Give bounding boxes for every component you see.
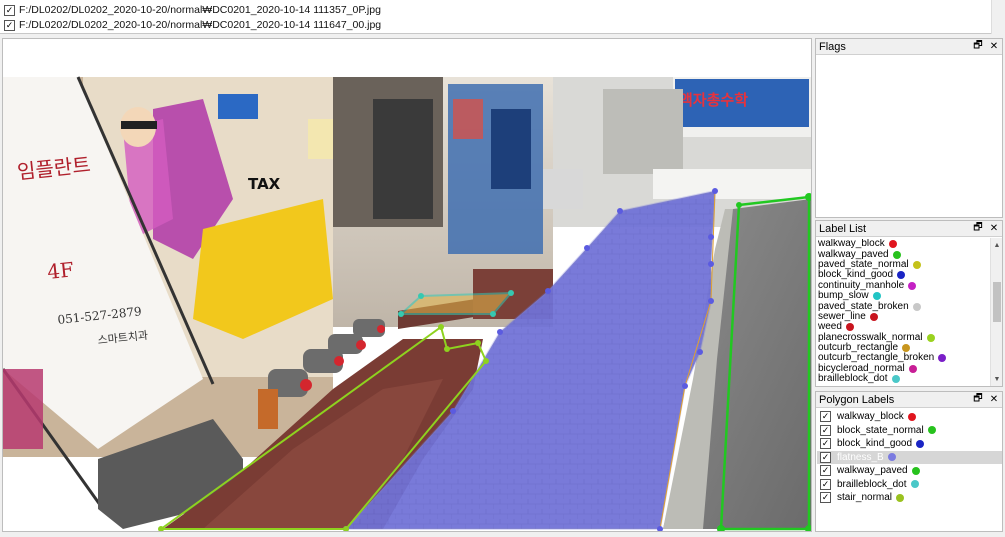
polygon-label-name: block_kind_good [837, 438, 913, 450]
polygon-labels-dock-title: Polygon Labels 🗗 ✕ [816, 392, 1002, 408]
file-list-scrollbar[interactable] [991, 0, 1005, 34]
polygon-visibility-checkbox[interactable]: ✓ [820, 465, 831, 477]
polygon-color-dot [907, 412, 916, 421]
label-name: brailleblock_dot [818, 373, 888, 385]
label-color-dot [938, 354, 947, 363]
file-checkbox[interactable]: ✓ [4, 4, 15, 16]
label-color-dot [891, 375, 900, 384]
label-name: bump_slow [818, 290, 869, 302]
label-color-dot [897, 271, 906, 280]
polygon-label-name: flatness_B [837, 451, 884, 463]
label-name: walkway_block [818, 239, 885, 250]
file-list[interactable]: ✓ F:/DL0202/DL0202_2020-10-20/normal₩DC0… [0, 0, 1005, 34]
label-name: block_kind_good [818, 269, 894, 281]
polygon-color-dot [911, 466, 920, 475]
scroll-down-icon[interactable]: ▼ [991, 373, 1003, 385]
polygon-label-item[interactable]: ✓ flatness_B [817, 450, 1002, 464]
label-list-item[interactable]: brailleblock_dot [817, 374, 989, 384]
polygon-label-item[interactable]: ✓ stair_normal [817, 491, 1002, 505]
close-icon[interactable]: ✕ [989, 222, 999, 234]
label-list-dock-title: Label List 🗗 ✕ [816, 221, 1002, 237]
polygon-visibility-checkbox[interactable]: ✓ [820, 451, 831, 463]
label-list-item[interactable]: bump_slow [817, 291, 989, 301]
scroll-up-icon[interactable]: ▲ [991, 239, 1003, 251]
file-list-item[interactable]: ✓ F:/DL0202/DL0202_2020-10-20/normal₩DC0… [4, 3, 381, 17]
label-color-dot [908, 364, 917, 373]
label-color-dot [892, 250, 901, 259]
polygon-visibility-checkbox[interactable]: ✓ [820, 438, 831, 450]
polygon-label-name: walkway_block [837, 411, 904, 423]
label-list-dock: Label List 🗗 ✕ walkway_block walkway_pave… [815, 220, 1003, 387]
polygon-color-dot [896, 493, 905, 502]
polygon-color-dot [927, 426, 936, 435]
label-color-dot [908, 281, 917, 290]
scrollbar-thumb[interactable] [993, 282, 1001, 322]
label-color-dot [912, 260, 921, 269]
polygon-label-item[interactable]: ✓ block_state_normal [817, 424, 1002, 438]
polygon-label-name: walkway_paved [837, 465, 908, 477]
flags-dock-title: Flags 🗗 ✕ [816, 39, 1002, 55]
polygon-label-name: block_state_normal [837, 424, 924, 436]
canvas-margin [3, 39, 811, 77]
polygon-color-dot [916, 439, 925, 448]
polygon-label-item[interactable]: ✓ walkway_paved [817, 464, 1002, 478]
polygon-label-item[interactable]: ✓ brailleblock_dot [817, 478, 1002, 492]
polygon-color-dot [910, 480, 919, 489]
float-icon[interactable]: 🗗 [973, 393, 983, 405]
float-icon[interactable]: 🗗 [973, 222, 983, 234]
polygon-label-name: brailleblock_dot [837, 478, 907, 490]
shop-sign-text: 액자총수학 [679, 91, 748, 109]
polygon-label-name: stair_normal [837, 492, 893, 504]
float-icon[interactable]: 🗗 [973, 40, 983, 52]
close-icon[interactable]: ✕ [989, 393, 999, 405]
dock-title-text: Polygon Labels [819, 393, 895, 406]
label-list-item[interactable]: block_kind_good [817, 270, 989, 280]
label-color-dot [912, 302, 921, 311]
file-list-item[interactable]: ✓ F:/DL0202/DL0202_2020-10-20/normal₩DC0… [4, 18, 381, 32]
polygon-label-item[interactable]: ✓ walkway_block [817, 410, 1002, 424]
polygon-color-dot [887, 453, 896, 462]
polygon-visibility-checkbox[interactable]: ✓ [820, 478, 831, 490]
photo: 액자총수학 TAX 임플란트 4F 051-527-2879 스마트치과 [3, 76, 811, 530]
banner-floor-text: 4F [46, 257, 75, 284]
dock-title-text: Label List [819, 222, 867, 235]
polygon-visibility-checkbox[interactable]: ✓ [820, 424, 831, 436]
label-color-dot [926, 333, 935, 342]
label-color-dot [888, 240, 897, 249]
polygon-visibility-checkbox[interactable]: ✓ [820, 411, 831, 423]
label-list-item[interactable]: walkway_block [817, 239, 989, 249]
label-color-dot [869, 312, 878, 321]
label-name: weed [818, 321, 842, 333]
polygon-labels-list[interactable]: ✓ walkway_block ✓ block_state_normal ✓ block_… [817, 410, 1002, 531]
label-list-item[interactable]: weed [817, 322, 989, 332]
label-color-dot [845, 323, 854, 332]
file-path: F:/DL0202/DL0202_2020-10-20/normal₩DC020… [19, 4, 381, 16]
image-canvas[interactable]: 액자총수학 TAX 임플란트 4F 051-527-2879 스마트치과 [2, 38, 812, 532]
annotation-canvas[interactable]: 액자총수학 TAX 임플란트 4F 051-527-2879 스마트치과 [3, 39, 811, 531]
label-list[interactable]: walkway_block walkway_paved paved_state_no… [817, 239, 989, 386]
flags-dock: Flags 🗗 ✕ [815, 38, 1003, 218]
file-path: F:/DL0202/DL0202_2020-10-20/normal₩DC020… [19, 19, 382, 31]
polygon-labels-dock: Polygon Labels 🗗 ✕ ✓ walkway_block ✓ block_… [815, 391, 1003, 532]
mural-taxi-text: TAX [248, 175, 281, 193]
file-checkbox[interactable]: ✓ [4, 19, 15, 31]
label-name: outcurb_rectangle_broken [818, 352, 935, 364]
label-color-dot [872, 292, 881, 301]
polygon-visibility-checkbox[interactable]: ✓ [820, 492, 831, 504]
label-list-scrollbar[interactable]: ▲ ▼ [990, 238, 1002, 386]
label-color-dot [902, 344, 911, 353]
dock-title-text: Flags [819, 40, 846, 53]
close-icon[interactable]: ✕ [989, 40, 999, 52]
label-list-item[interactable]: sewer_line [817, 311, 989, 322]
polygon-label-item[interactable]: ✓ block_kind_good [817, 437, 1002, 451]
